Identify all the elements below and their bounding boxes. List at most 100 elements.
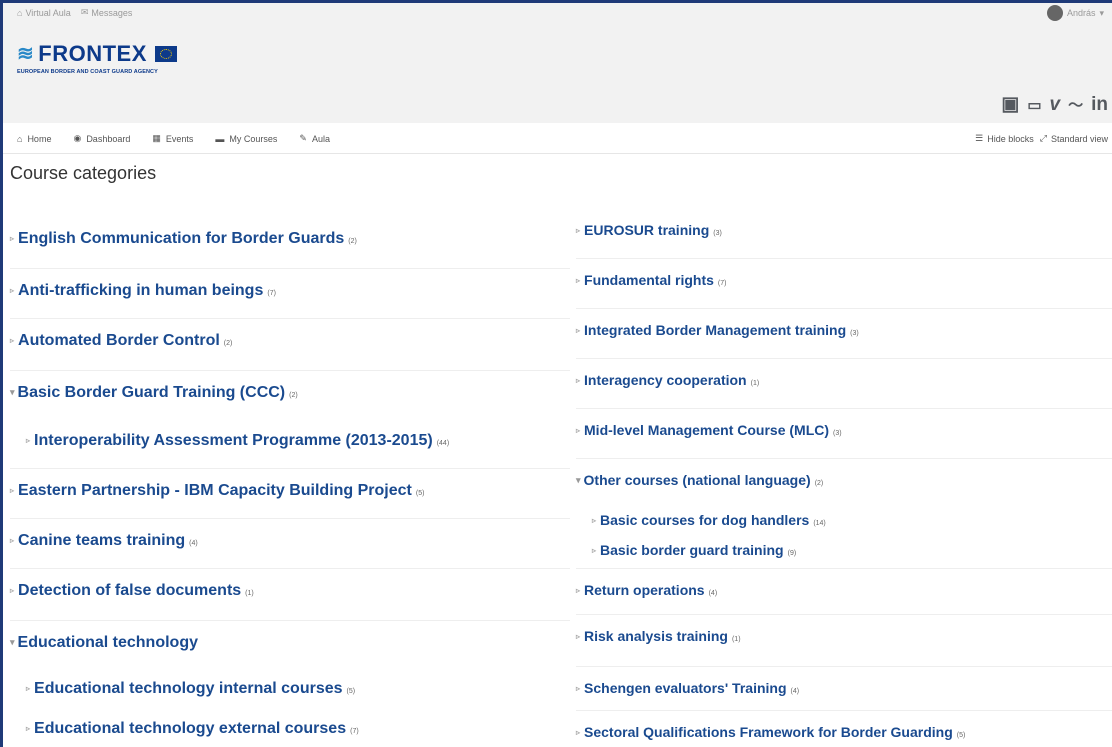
expand-arrow-icon[interactable]: ▹ — [10, 286, 14, 295]
nav-item-dashboard[interactable]: ◉ Dashboard — [73, 133, 130, 144]
expand-arrow-icon[interactable]: ▹ — [592, 546, 596, 555]
category-item: ▹ EUROSUR training (3) — [576, 222, 722, 238]
category-item: ▾ Other courses (national language) (2) — [576, 472, 823, 488]
category-link[interactable]: Integrated Border Management training — [584, 322, 846, 338]
collapse-arrow-icon[interactable]: ▾ — [10, 637, 15, 648]
nav-item-label: Home — [27, 133, 52, 144]
category-link[interactable]: Educational technology external courses — [34, 720, 346, 738]
dashboard-icon: ◉ — [73, 133, 82, 143]
square-social-icon[interactable]: ▣ — [1001, 93, 1019, 116]
category-divider — [10, 620, 570, 621]
expand-arrow-icon[interactable]: ▹ — [10, 586, 14, 595]
expand-arrow-icon[interactable]: ▹ — [26, 724, 30, 733]
expand-arrow-icon[interactable]: ▹ — [10, 536, 14, 545]
expand-arrow-icon[interactable]: ▹ — [592, 516, 596, 525]
nav-item-aula[interactable]: ✎ Aula — [299, 133, 330, 144]
expand-arrow-icon[interactable]: ▹ — [26, 436, 30, 445]
user-menu[interactable]: András ▾ — [1046, 5, 1104, 21]
wrench-icon: ✎ — [299, 133, 307, 143]
brand-name: FRONTEX — [38, 41, 147, 66]
category-divider — [576, 568, 1112, 569]
category-link[interactable]: Sectoral Qualifications Framework for Bo… — [584, 724, 953, 740]
category-divider — [576, 408, 1112, 409]
expand-arrow-icon[interactable]: ▹ — [26, 684, 30, 693]
category-link[interactable]: Detection of false documents — [18, 582, 241, 600]
category-link[interactable]: Basic courses for dog handlers — [600, 512, 809, 528]
category-link[interactable]: Mid-level Management Course (MLC) — [584, 422, 829, 438]
category-divider — [10, 370, 570, 371]
category-link[interactable]: Other courses (national language) — [584, 472, 811, 488]
category-link[interactable]: Risk analysis training — [584, 628, 728, 644]
nav-item-standard-view[interactable]: ⤢ Standard view — [1040, 133, 1108, 144]
frontex-logo[interactable]: ≋ FRONTEX EUROPEAN BORDER AND COAST GUAR… — [17, 41, 177, 75]
expand-arrow-icon[interactable]: ▹ — [576, 426, 580, 435]
category-link[interactable]: EUROSUR training — [584, 222, 709, 238]
category-link[interactable]: Canine teams training — [18, 532, 185, 550]
course-count: (7) — [267, 290, 276, 297]
course-count: (1) — [245, 590, 254, 597]
nav-item-label: Hide blocks — [987, 133, 1034, 144]
top-bar: ⌂ Virtual Aula ✉ Messages András ▾ — [3, 3, 1112, 23]
collapse-arrow-icon[interactable]: ▾ — [10, 387, 15, 398]
category-divider — [576, 458, 1112, 459]
category-link[interactable]: Anti-trafficking in human beings — [18, 282, 263, 300]
nav-item-events[interactable]: ▦ Events — [152, 133, 193, 144]
expand-arrow-icon[interactable]: ▹ — [10, 234, 14, 243]
nav-item-hide-blocks[interactable]: ☰ Hide blocks — [975, 133, 1034, 144]
course-count: (9) — [787, 550, 797, 557]
expand-arrow-icon[interactable]: ▹ — [576, 276, 580, 285]
category-item: ▾ Basic Border Guard Training (CCC) (2) — [10, 384, 298, 402]
category-link[interactable]: Interoperability Assessment Programme (2… — [34, 432, 433, 450]
category-divider — [10, 568, 570, 569]
course-count: (3) — [833, 430, 842, 437]
category-link[interactable]: Automated Border Control — [18, 332, 220, 350]
category-link[interactable]: English Communication for Border Guards — [18, 230, 344, 248]
rss-icon[interactable]: 〜 — [1068, 94, 1083, 115]
expand-arrow-icon[interactable]: ▹ — [576, 226, 580, 235]
expand-arrow-icon[interactable]: ▹ — [576, 586, 580, 595]
category-link[interactable]: Basic Border Guard Training (CCC) — [18, 384, 286, 402]
category-item: ▹ Schengen evaluators' Training (4) — [576, 680, 799, 696]
course-count: (4) — [790, 688, 800, 695]
waves-icon: ≋ — [17, 43, 35, 65]
messages-link[interactable]: ✉ Messages — [81, 7, 133, 18]
chevron-down-icon: ▾ — [1099, 7, 1104, 18]
nav-item-label: Events — [165, 133, 194, 144]
expand-arrow-icon[interactable]: ▹ — [576, 326, 580, 335]
category-link[interactable]: Basic border guard training — [600, 542, 784, 558]
expand-arrow-icon[interactable]: ▹ — [576, 728, 580, 737]
course-count: (5) — [956, 732, 966, 739]
category-item: ▹ Mid-level Management Course (MLC) (3) — [576, 422, 842, 438]
nav-item-my-courses[interactable]: ▬ My Courses — [215, 133, 277, 144]
category-link[interactable]: Educational technology — [18, 634, 198, 652]
category-divider — [576, 358, 1112, 359]
category-link[interactable]: Return operations — [584, 582, 705, 598]
category-link[interactable]: Interagency cooperation — [584, 372, 747, 388]
expand-arrow-icon[interactable]: ▹ — [10, 486, 14, 495]
expand-arrow-icon[interactable]: ▹ — [576, 684, 580, 693]
virtual-aula-link[interactable]: ⌂ Virtual Aula — [17, 8, 71, 18]
course-count: (2) — [289, 392, 298, 399]
course-count: (4) — [189, 540, 198, 547]
vimeo-icon[interactable]: v — [1050, 94, 1061, 116]
expand-arrow-icon[interactable]: ▹ — [10, 336, 14, 345]
category-divider — [10, 518, 570, 519]
linkedin-icon[interactable]: in — [1091, 94, 1108, 116]
youtube-icon[interactable]: ▭ — [1027, 96, 1041, 114]
expand-arrow-icon[interactable]: ▹ — [576, 376, 580, 385]
collapse-arrow-icon[interactable]: ▾ — [576, 475, 581, 486]
course-count: (3) — [850, 330, 859, 337]
subcategory-item: ▹ Educational technology internal courses… — [26, 680, 355, 698]
expand-arrow-icon[interactable]: ▹ — [576, 632, 580, 641]
category-item: ▹ Fundamental rights (7) — [576, 272, 726, 288]
subcategory-item: ▹ Basic border guard training (9) — [592, 542, 796, 558]
course-count: (5) — [346, 688, 356, 695]
category-item: ▹ Risk analysis training (1) — [576, 628, 741, 644]
category-item: ▹ Anti-trafficking in human beings (7) — [10, 282, 276, 300]
category-link[interactable]: Eastern Partnership - IBM Capacity Build… — [18, 482, 412, 500]
category-link[interactable]: Schengen evaluators' Training — [584, 680, 787, 696]
nav-item-home[interactable]: ⌂ Home — [17, 133, 51, 144]
category-link[interactable]: Fundamental rights — [584, 272, 714, 288]
category-link[interactable]: Educational technology internal courses — [34, 680, 343, 698]
header: ≋ FRONTEX EUROPEAN BORDER AND COAST GUAR… — [3, 23, 1112, 123]
